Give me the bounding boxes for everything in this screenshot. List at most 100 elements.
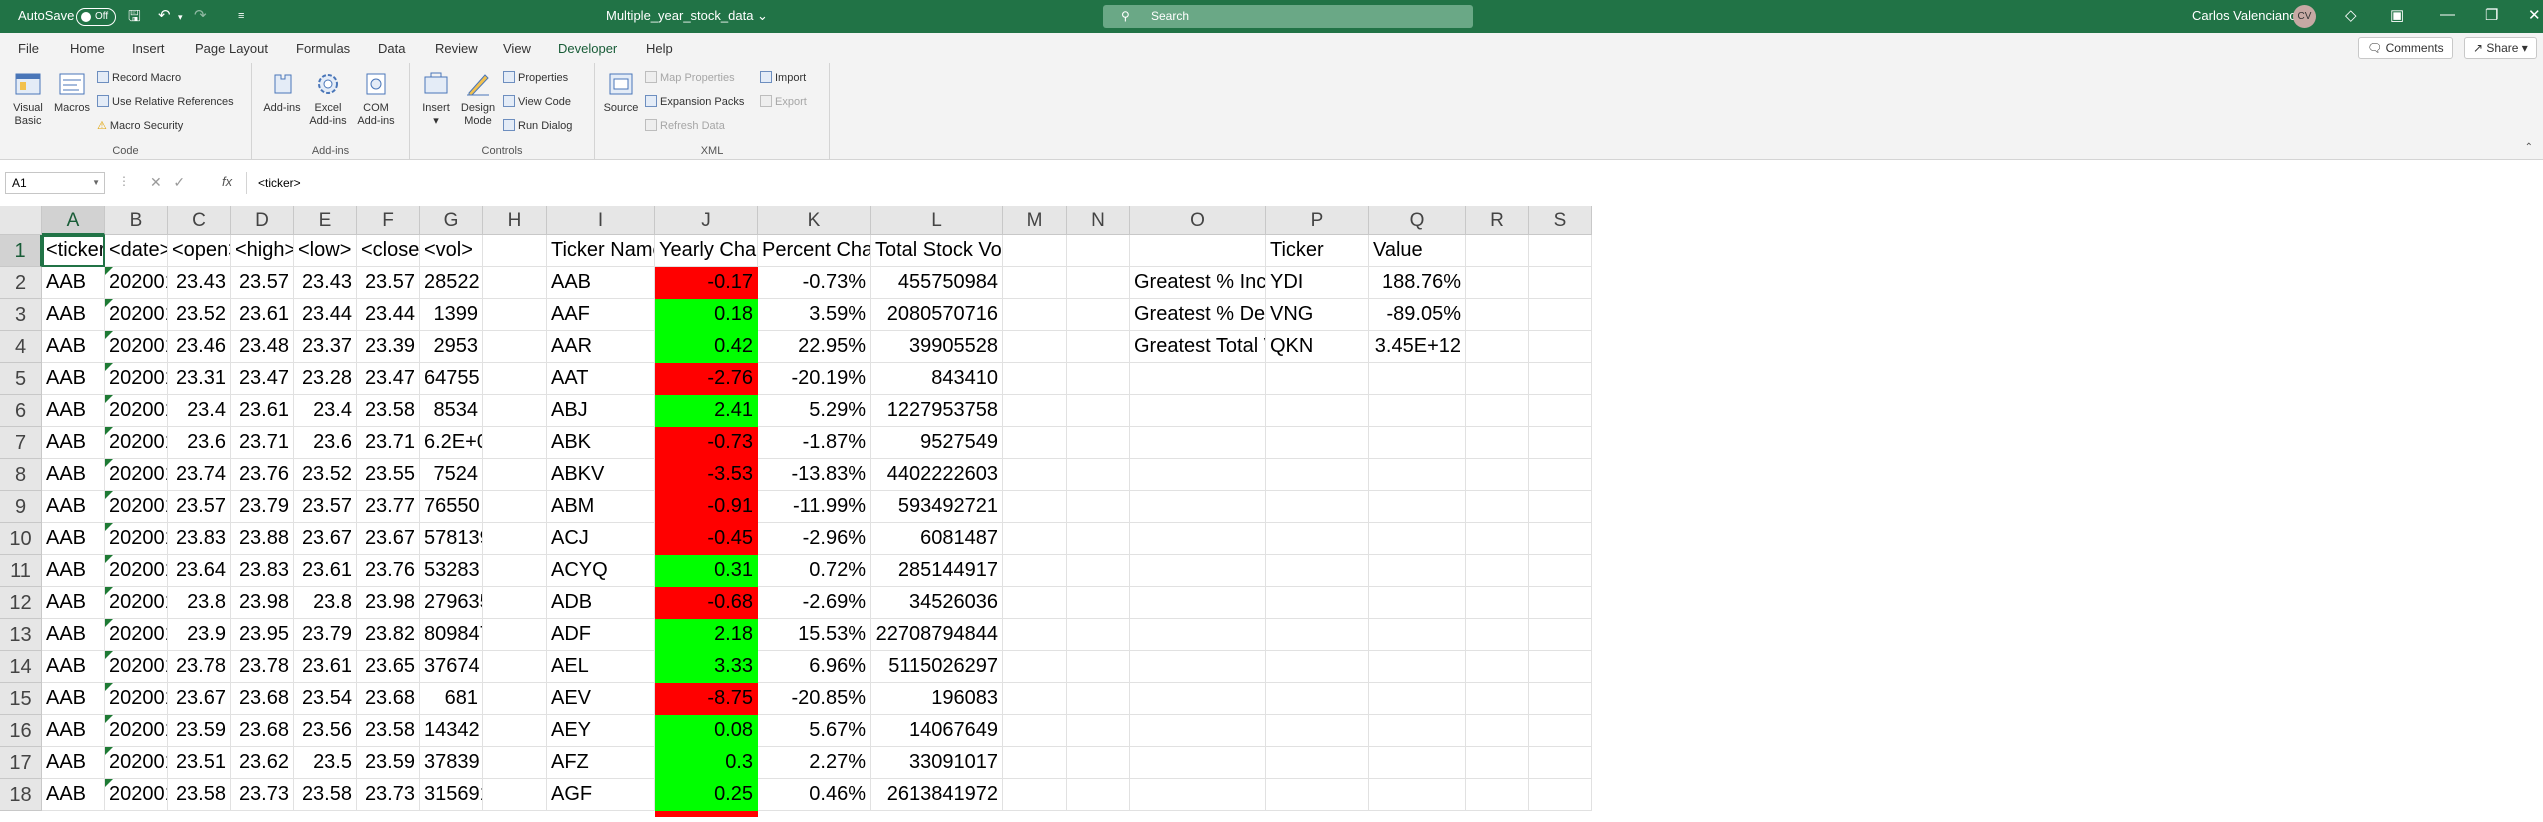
cell-a3[interactable]: AAB [42,299,105,331]
cell-q15[interactable] [1369,683,1466,715]
add-ins-button[interactable]: Add-ins [260,69,304,115]
cell-j12[interactable]: -0.68 [655,587,758,619]
row-header[interactable]: 17 [0,747,42,779]
close-icon[interactable]: ✕ [2528,6,2541,24]
cell-b12[interactable]: 20200116 [105,587,168,619]
column-header-g[interactable]: G [420,206,483,235]
cell-n9[interactable] [1067,491,1130,523]
cell-j18[interactable]: 0.25 [655,779,758,811]
cell-i5[interactable]: AAT [547,363,655,395]
tab-insert[interactable]: Insert [132,41,165,56]
autosave-toggle[interactable]: Off [76,8,116,26]
cell-g6[interactable]: 8534 [420,395,483,427]
cell-c15[interactable]: 23.67 [168,683,231,715]
cell-e15[interactable]: 23.54 [294,683,357,715]
cell-a8[interactable]: AAB [42,459,105,491]
cell-m18[interactable] [1003,779,1067,811]
undo-icon[interactable]: ↶ [158,6,171,24]
cell-b10[interactable]: 20200114 [105,523,168,555]
tab-help[interactable]: Help [646,41,673,56]
cell-o7[interactable] [1130,427,1266,459]
cell-o8[interactable] [1130,459,1266,491]
cell-r2[interactable] [1466,267,1529,299]
cell-n4[interactable] [1067,331,1130,363]
cell-m10[interactable] [1003,523,1067,555]
cell-f4[interactable]: 23.39 [357,331,420,363]
cell-q2[interactable]: 188.76% [1369,267,1466,299]
cell-s16[interactable] [1529,715,1592,747]
cell-s15[interactable] [1529,683,1592,715]
cell-a9[interactable]: AAB [42,491,105,523]
row-header[interactable]: 6 [0,395,42,427]
column-header-p[interactable]: P [1266,206,1369,235]
column-header-o[interactable]: O [1130,206,1266,235]
cell-g16[interactable]: 14342 [420,715,483,747]
cell-q10[interactable] [1369,523,1466,555]
cell-j11[interactable]: 0.31 [655,555,758,587]
cell-q1[interactable]: Value [1369,235,1466,267]
cell-g4[interactable]: 2953 [420,331,483,363]
visual-basic-button[interactable]: Visual Basic [6,69,50,128]
cell-b11[interactable]: 20200115 [105,555,168,587]
cell-i11[interactable]: ACYQ [547,555,655,587]
column-header-a[interactable]: A [42,206,105,235]
tab-file[interactable]: File [18,41,39,56]
tab-page-layout[interactable]: Page Layout [195,41,268,56]
import-button[interactable]: Import [760,71,806,84]
cell-a7[interactable]: AAB [42,427,105,459]
cell-q5[interactable] [1369,363,1466,395]
cell-d4[interactable]: 23.48 [231,331,294,363]
cell-e8[interactable]: 23.52 [294,459,357,491]
cell-f7[interactable]: 23.71 [357,427,420,459]
cell-a5[interactable]: AAB [42,363,105,395]
cell-g2[interactable]: 28522 [420,267,483,299]
cell-m5[interactable] [1003,363,1067,395]
cell-b18[interactable]: 20200127 [105,779,168,811]
row-header[interactable]: 5 [0,363,42,395]
cell-o11[interactable] [1130,555,1266,587]
cell-h10[interactable] [483,523,547,555]
cell-a12[interactable]: AAB [42,587,105,619]
cell-r7[interactable] [1466,427,1529,459]
cell-b14[interactable]: 20200121 [105,651,168,683]
cell-d15[interactable]: 23.68 [231,683,294,715]
cell-h13[interactable] [483,619,547,651]
cell-s4[interactable] [1529,331,1592,363]
cell-q14[interactable] [1369,651,1466,683]
cell-c14[interactable]: 23.78 [168,651,231,683]
cell-n1[interactable] [1067,235,1130,267]
cell-o13[interactable] [1130,619,1266,651]
export-button[interactable]: Export [760,95,807,108]
redo-icon[interactable]: ↷ [194,6,207,24]
run-dialog-button[interactable]: Run Dialog [503,119,572,132]
cell-c18[interactable]: 23.58 [168,779,231,811]
cell-g5[interactable]: 64755 [420,363,483,395]
cell-e3[interactable]: 23.44 [294,299,357,331]
cell-b7[interactable]: 20200109 [105,427,168,459]
cell-d16[interactable]: 23.68 [231,715,294,747]
column-header-d[interactable]: D [231,206,294,235]
cell-c16[interactable]: 23.59 [168,715,231,747]
row-header[interactable]: 14 [0,651,42,683]
cell-a1[interactable]: <ticker> [42,235,105,267]
cell-g8[interactable]: 7524 [420,459,483,491]
cell-e17[interactable]: 23.5 [294,747,357,779]
cell-b6[interactable]: 20200108 [105,395,168,427]
cell-l10[interactable]: 6081487 [871,523,1003,555]
cell-o10[interactable] [1130,523,1266,555]
cell-j5[interactable]: -2.76 [655,363,758,395]
cell-l5[interactable]: 843410 [871,363,1003,395]
cell-f8[interactable]: 23.55 [357,459,420,491]
refresh-data-button[interactable]: Refresh Data [645,119,725,132]
cell-e12[interactable]: 23.8 [294,587,357,619]
view-code-button[interactable]: View Code [503,95,571,108]
cell-i1[interactable]: Ticker Name [547,235,655,267]
cell-j6[interactable]: 2.41 [655,395,758,427]
cell-e6[interactable]: 23.4 [294,395,357,427]
cell-e16[interactable]: 23.56 [294,715,357,747]
document-title[interactable]: Multiple_year_stock_data ⌄ [606,8,768,24]
cell-q8[interactable] [1369,459,1466,491]
macros-button[interactable]: Macros [50,69,94,115]
cell-l13[interactable]: 22708794844 [871,619,1003,651]
row-header[interactable]: 13 [0,619,42,651]
